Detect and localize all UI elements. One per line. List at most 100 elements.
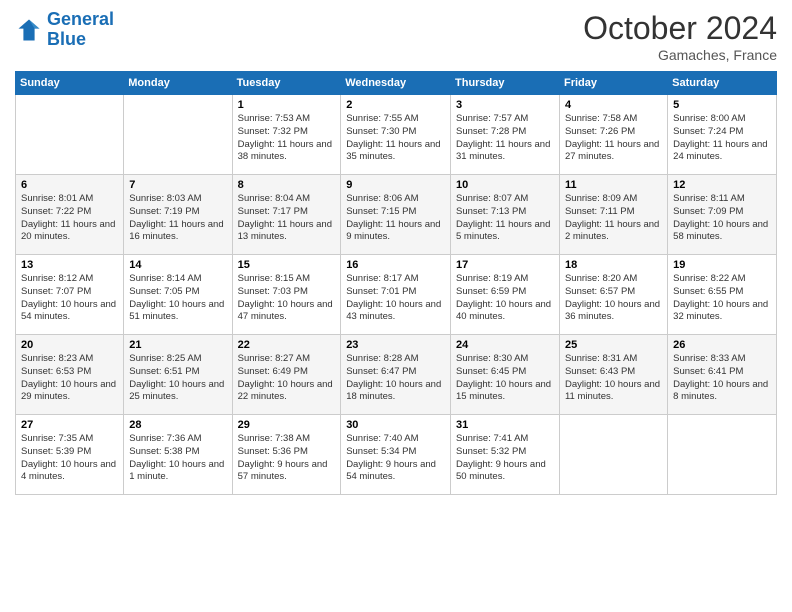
day-number: 20 [21,339,118,351]
logo: General Blue [15,10,114,50]
day-number: 6 [21,179,118,191]
day-info: Sunrise: 7:55 AM Sunset: 7:30 PM Dayligh… [346,113,445,164]
table-row: 9 Sunrise: 8:06 AM Sunset: 7:15 PM Daylig… [341,175,451,255]
calendar-table: Sunday Monday Tuesday Wednesday Thursday… [15,71,777,495]
table-row: 21Sunrise: 8:25 AM Sunset: 6:51 PM Dayli… [124,335,232,415]
day-number: 27 [21,419,118,431]
table-row: 23Sunrise: 8:28 AM Sunset: 6:47 PM Dayli… [341,335,451,415]
day-info: Sunrise: 8:17 AM Sunset: 7:01 PM Dayligh… [346,273,445,324]
day-number: 19 [673,259,771,271]
day-info: Sunrise: 8:28 AM Sunset: 6:47 PM Dayligh… [346,353,445,404]
day-info: Sunrise: 8:11 AM Sunset: 7:09 PM Dayligh… [673,193,771,244]
col-sunday: Sunday [16,72,124,95]
day-number: 21 [129,339,226,351]
table-row [16,95,124,175]
calendar-week-row: 6Sunrise: 8:01 AM Sunset: 7:22 PM Daylig… [16,175,777,255]
table-row: 15 Sunrise: 8:15 AM Sunset: 7:03 PM Dayli… [232,255,341,335]
table-row: 7 Sunrise: 8:03 AM Sunset: 7:19 PM Daylig… [124,175,232,255]
location: Gamaches, France [583,47,777,63]
day-info: Sunrise: 8:03 AM Sunset: 7:19 PM Dayligh… [129,193,226,244]
day-info: Sunrise: 8:22 AM Sunset: 6:55 PM Dayligh… [673,273,771,324]
table-row: 10 Sunrise: 8:07 AM Sunset: 7:13 PM Dayli… [451,175,560,255]
day-number: 24 [456,339,554,351]
table-row: 8 Sunrise: 8:04 AM Sunset: 7:17 PM Daylig… [232,175,341,255]
table-row [559,415,667,495]
day-info: Sunrise: 8:04 AM Sunset: 7:17 PM Dayligh… [238,193,336,244]
table-row: 30Sunrise: 7:40 AM Sunset: 5:34 PM Dayli… [341,415,451,495]
table-row: 22 Sunrise: 8:27 AM Sunset: 6:49 PM Dayli… [232,335,341,415]
day-number: 25 [565,339,662,351]
day-number: 1 [238,99,336,111]
day-info: Sunrise: 8:00 AM Sunset: 7:24 PM Dayligh… [673,113,771,164]
day-info: Sunrise: 8:33 AM Sunset: 6:41 PM Dayligh… [673,353,771,404]
calendar-week-row: 27 Sunrise: 7:35 AM Sunset: 5:39 PM Dayli… [16,415,777,495]
day-info: Sunrise: 8:31 AM Sunset: 6:43 PM Dayligh… [565,353,662,404]
day-info: Sunrise: 7:35 AM Sunset: 5:39 PM Dayligh… [21,433,118,484]
day-number: 8 [238,179,336,191]
day-number: 30 [346,419,445,431]
day-number: 17 [456,259,554,271]
table-row: 20 Sunrise: 8:23 AM Sunset: 6:53 PM Dayli… [16,335,124,415]
day-info: Sunrise: 8:09 AM Sunset: 7:11 PM Dayligh… [565,193,662,244]
day-number: 9 [346,179,445,191]
table-row: 4Sunrise: 7:58 AM Sunset: 7:26 PM Daylig… [559,95,667,175]
calendar-week-row: 13 Sunrise: 8:12 AM Sunset: 7:07 PM Dayli… [16,255,777,335]
table-row: 2 Sunrise: 7:55 AM Sunset: 7:30 PM Daylig… [341,95,451,175]
logo-text: General Blue [47,10,114,50]
day-info: Sunrise: 8:27 AM Sunset: 6:49 PM Dayligh… [238,353,336,404]
day-info: Sunrise: 8:07 AM Sunset: 7:13 PM Dayligh… [456,193,554,244]
table-row: 26 Sunrise: 8:33 AM Sunset: 6:41 PM Dayli… [668,335,777,415]
day-info: Sunrise: 8:06 AM Sunset: 7:15 PM Dayligh… [346,193,445,244]
table-row: 25 Sunrise: 8:31 AM Sunset: 6:43 PM Dayli… [559,335,667,415]
table-row: 18Sunrise: 8:20 AM Sunset: 6:57 PM Dayli… [559,255,667,335]
col-saturday: Saturday [668,72,777,95]
logo-icon [15,16,43,44]
table-row [124,95,232,175]
day-number: 18 [565,259,662,271]
title-block: October 2024 Gamaches, France [583,10,777,63]
day-number: 11 [565,179,662,191]
day-number: 28 [129,419,226,431]
table-row: 16 Sunrise: 8:17 AM Sunset: 7:01 PM Dayli… [341,255,451,335]
table-row: 24 Sunrise: 8:30 AM Sunset: 6:45 PM Dayli… [451,335,560,415]
day-number: 2 [346,99,445,111]
col-monday: Monday [124,72,232,95]
col-tuesday: Tuesday [232,72,341,95]
table-row: 11 Sunrise: 8:09 AM Sunset: 7:11 PM Dayli… [559,175,667,255]
calendar-header-row: Sunday Monday Tuesday Wednesday Thursday… [16,72,777,95]
day-number: 16 [346,259,445,271]
month-title: October 2024 [583,10,777,47]
col-wednesday: Wednesday [341,72,451,95]
day-info: Sunrise: 7:57 AM Sunset: 7:28 PM Dayligh… [456,113,554,164]
day-info: Sunrise: 8:23 AM Sunset: 6:53 PM Dayligh… [21,353,118,404]
table-row: 5Sunrise: 8:00 AM Sunset: 7:24 PM Daylig… [668,95,777,175]
table-row: 3Sunrise: 7:57 AM Sunset: 7:28 PM Daylig… [451,95,560,175]
logo-line1: General [47,9,114,29]
day-number: 12 [673,179,771,191]
day-number: 15 [238,259,336,271]
day-info: Sunrise: 8:19 AM Sunset: 6:59 PM Dayligh… [456,273,554,324]
day-number: 7 [129,179,226,191]
day-info: Sunrise: 8:30 AM Sunset: 6:45 PM Dayligh… [456,353,554,404]
col-thursday: Thursday [451,72,560,95]
table-row: 13 Sunrise: 8:12 AM Sunset: 7:07 PM Dayli… [16,255,124,335]
day-info: Sunrise: 7:53 AM Sunset: 7:32 PM Dayligh… [238,113,336,164]
day-info: Sunrise: 8:15 AM Sunset: 7:03 PM Dayligh… [238,273,336,324]
day-number: 31 [456,419,554,431]
table-row [668,415,777,495]
table-row: 17 Sunrise: 8:19 AM Sunset: 6:59 PM Dayli… [451,255,560,335]
day-number: 10 [456,179,554,191]
page: General Blue October 2024 Gamaches, Fran… [0,0,792,612]
day-number: 26 [673,339,771,351]
header: General Blue October 2024 Gamaches, Fran… [15,10,777,63]
day-number: 22 [238,339,336,351]
table-row: 27 Sunrise: 7:35 AM Sunset: 5:39 PM Dayli… [16,415,124,495]
day-info: Sunrise: 7:36 AM Sunset: 5:38 PM Dayligh… [129,433,226,484]
table-row: 12 Sunrise: 8:11 AM Sunset: 7:09 PM Dayli… [668,175,777,255]
day-info: Sunrise: 7:41 AM Sunset: 5:32 PM Dayligh… [456,433,554,484]
table-row: 19 Sunrise: 8:22 AM Sunset: 6:55 PM Dayli… [668,255,777,335]
table-row: 14Sunrise: 8:14 AM Sunset: 7:05 PM Dayli… [124,255,232,335]
day-info: Sunrise: 7:58 AM Sunset: 7:26 PM Dayligh… [565,113,662,164]
day-number: 13 [21,259,118,271]
day-info: Sunrise: 8:12 AM Sunset: 7:07 PM Dayligh… [21,273,118,324]
